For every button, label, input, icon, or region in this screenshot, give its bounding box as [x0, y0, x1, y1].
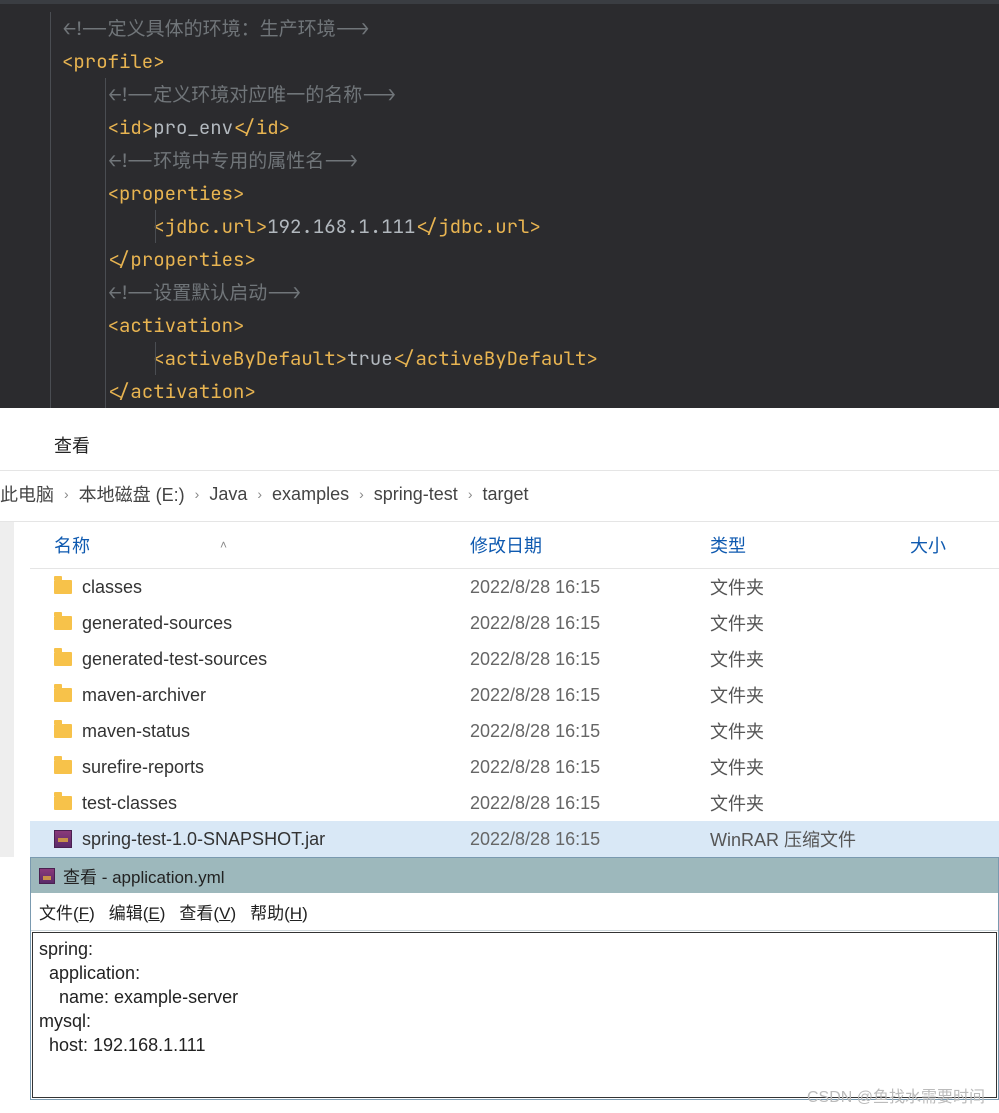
file-row[interactable]: test-classes 2022/8/28 16:15文件夹: [30, 785, 999, 821]
menu-edit[interactable]: 编辑(E): [109, 899, 166, 924]
file-date: 2022/8/28 16:15: [470, 721, 710, 742]
code-line[interactable]: </properties>: [0, 243, 999, 276]
viewer-content[interactable]: spring: application: name: example-serve…: [32, 932, 997, 1098]
file-date: 2022/8/28 16:15: [470, 649, 710, 670]
file-type: 文件夹: [710, 718, 910, 744]
file-date: 2022/8/28 16:15: [470, 757, 710, 778]
toolbar-view[interactable]: 查看: [46, 428, 98, 462]
col-type-label[interactable]: 类型: [710, 532, 910, 558]
explorer-toolbar: 查看: [0, 408, 999, 470]
breadcrumb-item[interactable]: target: [482, 484, 528, 505]
folder-icon: [54, 724, 72, 738]
folder-icon: [54, 652, 72, 666]
file-explorer: 查看 此电脑 › 本地磁盘 (E:) › Java › examples › spring-te…: [0, 408, 999, 1100]
file-row[interactable]: generated-test-sources 2022/8/28 16:15文件夹: [30, 641, 999, 677]
file-date: 2022/8/28 16:15: [470, 829, 710, 850]
file-type: 文件夹: [710, 790, 910, 816]
breadcrumb-item[interactable]: 本地磁盘 (E:): [79, 481, 185, 507]
file-row[interactable]: surefire-reports 2022/8/28 16:15文件夹: [30, 749, 999, 785]
folder-icon: [54, 580, 72, 594]
file-type: 文件夹: [710, 574, 910, 600]
nav-tree-collapsed[interactable]: [0, 522, 30, 857]
folder-icon: [54, 616, 72, 630]
code-line[interactable]: <activation>: [0, 309, 999, 342]
menu-file[interactable]: 文件(F): [39, 899, 95, 924]
watermark: CSDN @鱼找水需要时间: [807, 1083, 985, 1107]
column-headers[interactable]: 名称 ˄ 修改日期 类型 大小: [30, 522, 999, 569]
file-name: generated-test-sources: [82, 649, 267, 670]
menu-help[interactable]: 帮助(H): [250, 899, 308, 924]
code-line[interactable]: <!--定义环境对应唯一的名称-->: [0, 78, 999, 111]
folder-icon: [54, 796, 72, 810]
breadcrumb-item[interactable]: examples: [272, 484, 349, 505]
file-name: surefire-reports: [82, 757, 204, 778]
file-type: WinRAR 压缩文件: [710, 826, 910, 852]
code-line[interactable]: <activeByDefault>true</activeByDefault>: [0, 342, 999, 375]
file-name: test-classes: [82, 793, 177, 814]
viewer-menubar: 文件(F) 编辑(E) 查看(V) 帮助(H): [31, 893, 998, 931]
col-size-label[interactable]: 大小: [910, 532, 970, 558]
file-name: maven-archiver: [82, 685, 206, 706]
chevron-right-icon: ›: [195, 486, 200, 502]
file-type: 文件夹: [710, 646, 910, 672]
archive-viewer-window: 查看 - application.yml 文件(F) 编辑(E) 查看(V) 帮…: [30, 857, 999, 1100]
folder-icon: [54, 760, 72, 774]
code-line[interactable]: <profile>: [0, 45, 999, 78]
menu-view[interactable]: 查看(V): [179, 899, 236, 924]
folder-icon: [54, 688, 72, 702]
chevron-right-icon: ›: [64, 486, 69, 502]
file-date: 2022/8/28 16:15: [470, 613, 710, 634]
file-date: 2022/8/28 16:15: [470, 577, 710, 598]
file-row[interactable]: maven-status 2022/8/28 16:15文件夹: [30, 713, 999, 749]
code-line[interactable]: <properties>: [0, 177, 999, 210]
viewer-title-text: 查看 - application.yml: [63, 863, 225, 888]
chevron-right-icon: ›: [468, 486, 473, 502]
code-editor[interactable]: <!--定义具体的环境：生产环境--><profile> <!--定义环境对应唯…: [0, 0, 999, 408]
code-line[interactable]: <!--定义具体的环境：生产环境-->: [0, 12, 999, 45]
code-line[interactable]: <jdbc.url>192.168.1.111</jdbc.url>: [0, 210, 999, 243]
archive-icon: [54, 830, 72, 848]
col-date-label[interactable]: 修改日期: [470, 532, 710, 558]
breadcrumb-item[interactable]: 此电脑: [0, 481, 54, 507]
file-type: 文件夹: [710, 682, 910, 708]
file-name: spring-test-1.0-SNAPSHOT.jar: [82, 829, 325, 850]
chevron-right-icon: ›: [359, 486, 364, 502]
chevron-right-icon: ›: [257, 486, 262, 502]
file-row[interactable]: spring-test-1.0-SNAPSHOT.jar 2022/8/28 16…: [30, 821, 999, 857]
file-type: 文件夹: [710, 754, 910, 780]
file-name: maven-status: [82, 721, 190, 742]
file-type: 文件夹: [710, 610, 910, 636]
code-line[interactable]: <!--环境中专用的属性名-->: [0, 144, 999, 177]
file-list: 名称 ˄ 修改日期 类型 大小 classes2022/8/28 16:15文件…: [30, 522, 999, 857]
breadcrumb-item[interactable]: spring-test: [374, 484, 458, 505]
file-name: classes: [82, 577, 142, 598]
code-line[interactable]: <id>pro_env</id>: [0, 111, 999, 144]
file-date: 2022/8/28 16:15: [470, 685, 710, 706]
file-date: 2022/8/28 16:15: [470, 793, 710, 814]
file-name: generated-sources: [82, 613, 232, 634]
viewer-titlebar[interactable]: 查看 - application.yml: [31, 858, 998, 893]
file-row[interactable]: maven-archiver 2022/8/28 16:15文件夹: [30, 677, 999, 713]
breadcrumb[interactable]: 此电脑 › 本地磁盘 (E:) › Java › examples › spring-test ›…: [0, 471, 999, 521]
col-name-label[interactable]: 名称: [54, 532, 90, 558]
code-line[interactable]: <!--设置默认启动-->: [0, 276, 999, 309]
breadcrumb-item[interactable]: Java: [209, 484, 247, 505]
file-row[interactable]: classes 2022/8/28 16:15文件夹: [30, 569, 999, 605]
winrar-icon: [39, 868, 55, 884]
code-line[interactable]: </activation>: [0, 375, 999, 408]
sort-indicator-icon: ˄: [220, 538, 227, 552]
file-row[interactable]: generated-sources 2022/8/28 16:15文件夹: [30, 605, 999, 641]
